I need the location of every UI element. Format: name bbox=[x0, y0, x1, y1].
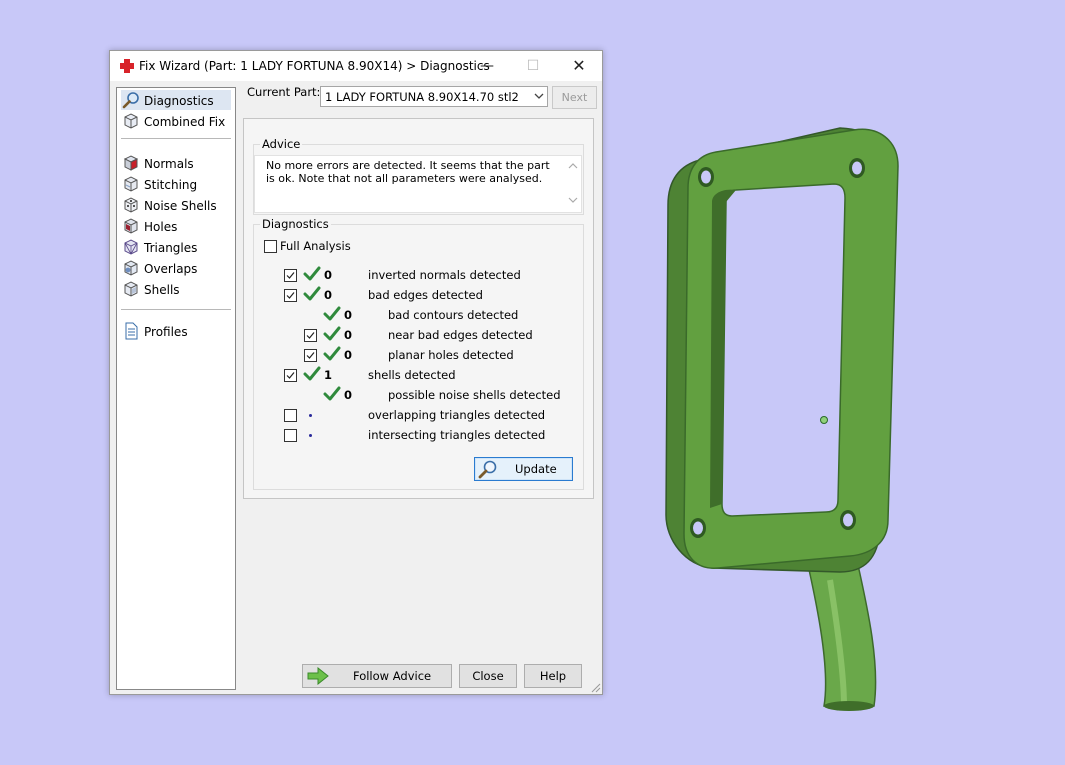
sidebar-item-label: Diagnostics bbox=[144, 94, 214, 108]
current-part-dropdown[interactable]: 1 LADY FORTUNA 8.90X14.70 stl2 bbox=[320, 86, 548, 107]
pending-dot-icon bbox=[309, 414, 312, 417]
inverted-normals-label: inverted normals detected bbox=[368, 268, 521, 282]
sidebar-item-label: Noise Shells bbox=[144, 199, 217, 213]
magnifier-icon bbox=[478, 460, 497, 479]
overlap-cube-icon bbox=[124, 260, 138, 276]
checkmark-icon bbox=[323, 386, 341, 401]
sidebar-item-label: Combined Fix bbox=[144, 115, 226, 129]
current-part-value: 1 LADY FORTUNA 8.90X14.70 stl2 bbox=[325, 90, 519, 104]
close-window-button[interactable]: ✕ bbox=[556, 51, 602, 81]
follow-advice-button[interactable]: Follow Advice bbox=[302, 664, 452, 688]
window-title: Fix Wizard (Part: 1 LADY FORTUNA 8.90X14… bbox=[139, 59, 490, 73]
overlapping-triangles-checkbox[interactable] bbox=[284, 409, 297, 422]
sidebar-item-label: Stitching bbox=[144, 178, 198, 192]
minimize-button[interactable]: — bbox=[464, 51, 510, 81]
shells-label: shells detected bbox=[368, 368, 456, 382]
sidebar-item-overlaps[interactable]: Overlaps bbox=[121, 258, 231, 278]
sidebar-item-label: Profiles bbox=[144, 325, 188, 339]
sidebar-item-label: Normals bbox=[144, 157, 194, 171]
advice-box: No more errors are detected. It seems th… bbox=[254, 155, 582, 213]
current-part-label: Current Part: bbox=[247, 85, 321, 99]
sidebar-item-holes[interactable]: Holes bbox=[121, 216, 231, 236]
advice-title: Advice bbox=[260, 137, 303, 151]
sidebar-item-label: Triangles bbox=[144, 241, 198, 255]
scroll-down-icon[interactable] bbox=[568, 196, 578, 204]
pending-dot-icon bbox=[309, 434, 312, 437]
noise-shells-count: 0 bbox=[344, 388, 353, 402]
checkmark-icon bbox=[323, 326, 341, 341]
shells-cube-icon bbox=[124, 281, 138, 297]
sidebar-item-normals[interactable]: Normals bbox=[121, 153, 231, 173]
chevron-down-icon bbox=[534, 93, 544, 99]
checkmark-icon bbox=[303, 286, 321, 301]
cube-icon bbox=[124, 113, 138, 129]
cube-red-face-icon bbox=[123, 155, 139, 171]
advice-text: No more errors are detected. It seems th… bbox=[266, 159, 550, 185]
help-button[interactable]: Help bbox=[524, 664, 582, 688]
sidebar-item-triangles[interactable]: Triangles bbox=[121, 237, 231, 257]
sidebar-item-profiles[interactable]: Profiles bbox=[121, 321, 231, 341]
3d-part-model[interactable] bbox=[640, 110, 1060, 730]
resize-grip-icon[interactable] bbox=[591, 683, 601, 693]
shells-count: 1 bbox=[324, 368, 333, 382]
full-analysis-label: Full Analysis bbox=[280, 239, 351, 253]
red-cross-icon bbox=[120, 59, 134, 73]
cube-icon bbox=[124, 176, 138, 192]
update-button[interactable]: Update bbox=[474, 457, 573, 481]
inverted-normals-count: 0 bbox=[324, 268, 333, 282]
inverted-normals-checkbox[interactable] bbox=[284, 269, 297, 282]
sidebar-item-noise-shells[interactable]: Noise Shells bbox=[121, 195, 231, 215]
sidebar-item-shells[interactable]: Shells bbox=[121, 279, 231, 299]
overlapping-triangles-label: overlapping triangles detected bbox=[368, 408, 546, 422]
bad-edges-checkbox[interactable] bbox=[284, 289, 297, 302]
checkmark-icon bbox=[303, 366, 321, 381]
sidebar-item-label: Overlaps bbox=[144, 262, 198, 276]
sidebar: Diagnostics Combined Fix Normals Stitchi… bbox=[116, 87, 236, 690]
sidebar-item-combined-fix[interactable]: Combined Fix bbox=[121, 111, 231, 131]
sidebar-separator bbox=[121, 138, 231, 139]
checkmark-icon bbox=[303, 266, 321, 281]
follow-advice-label: Follow Advice bbox=[353, 669, 432, 683]
next-button[interactable]: Next bbox=[552, 86, 597, 109]
triangles-cube-icon bbox=[124, 239, 138, 255]
arrow-right-icon bbox=[307, 667, 329, 685]
update-label: Update bbox=[515, 462, 557, 476]
document-icon bbox=[125, 322, 138, 340]
diagnostics-title: Diagnostics bbox=[260, 217, 331, 231]
bad-contours-count: 0 bbox=[344, 308, 353, 322]
dice-icon bbox=[124, 197, 138, 213]
sidebar-item-diagnostics[interactable]: Diagnostics bbox=[121, 90, 231, 110]
shells-checkbox[interactable] bbox=[284, 369, 297, 382]
cube-hole-icon bbox=[124, 218, 138, 234]
noise-shells-label: possible noise shells detected bbox=[388, 388, 561, 402]
bad-edges-label: bad edges detected bbox=[368, 288, 483, 302]
full-analysis-checkbox[interactable] bbox=[264, 240, 277, 253]
bad-edges-count: 0 bbox=[324, 288, 333, 302]
close-button[interactable]: Close bbox=[459, 664, 517, 688]
near-bad-edges-checkbox[interactable] bbox=[304, 329, 317, 342]
sidebar-separator bbox=[121, 309, 231, 310]
checkmark-icon bbox=[323, 306, 341, 321]
maximize-button[interactable]: ☐ bbox=[510, 51, 556, 81]
diagnostics-panel: Advice No more errors are detected. It s… bbox=[243, 118, 594, 499]
intersecting-triangles-label: intersecting triangles detected bbox=[368, 428, 546, 442]
bad-contours-label: bad contours detected bbox=[388, 308, 519, 322]
sidebar-item-label: Holes bbox=[144, 220, 178, 234]
scroll-up-icon[interactable] bbox=[568, 162, 578, 170]
planar-holes-checkbox[interactable] bbox=[304, 349, 317, 362]
sidebar-item-stitching[interactable]: Stitching bbox=[121, 174, 231, 194]
checkmark-icon bbox=[323, 346, 341, 361]
near-bad-edges-count: 0 bbox=[344, 328, 353, 342]
intersecting-triangles-checkbox[interactable] bbox=[284, 429, 297, 442]
sidebar-item-label: Shells bbox=[144, 283, 180, 297]
near-bad-edges-label: near bad edges detected bbox=[388, 328, 533, 342]
planar-holes-label: planar holes detected bbox=[388, 348, 514, 362]
magnifier-icon bbox=[122, 92, 139, 109]
fix-wizard-window: Fix Wizard (Part: 1 LADY FORTUNA 8.90X14… bbox=[109, 50, 603, 695]
planar-holes-count: 0 bbox=[344, 348, 353, 362]
title-bar[interactable]: Fix Wizard (Part: 1 LADY FORTUNA 8.90X14… bbox=[110, 51, 602, 81]
